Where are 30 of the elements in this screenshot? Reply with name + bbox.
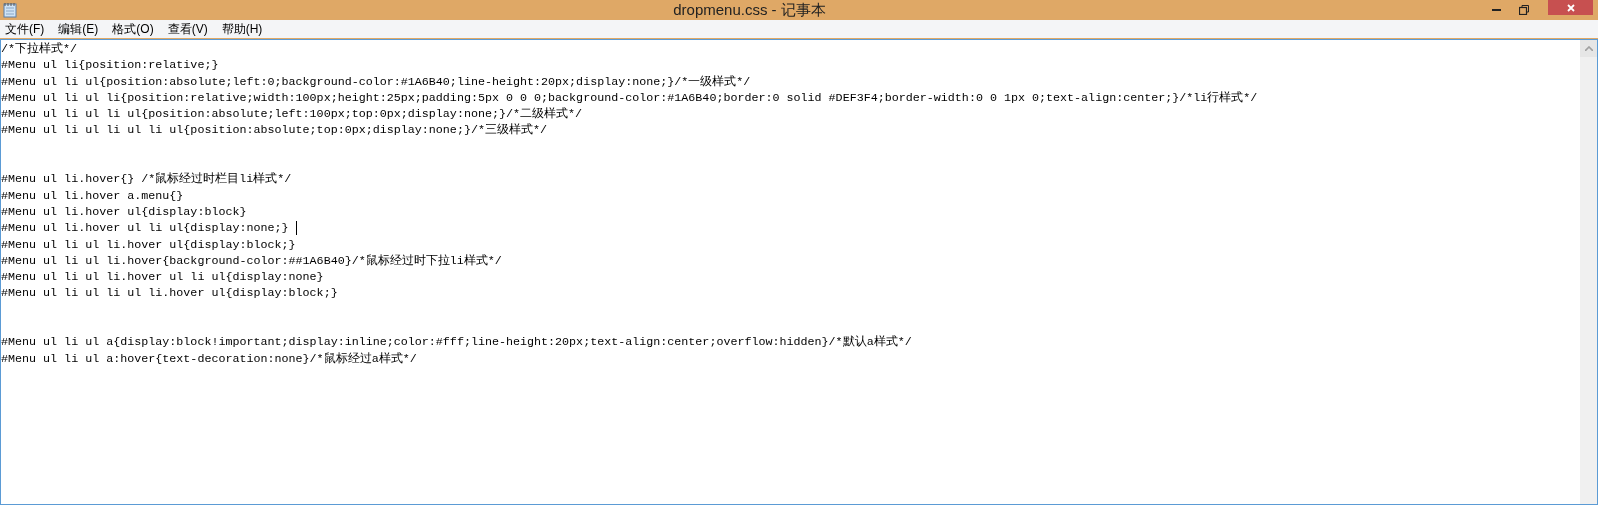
code-line: #Menu ul li.hover{} /*鼠标经过时栏目li样式*/ <box>1 171 292 188</box>
menu-item[interactable]: 帮助(H) <box>221 19 263 39</box>
code-line: #Menu ul li ul li ul{position:absolute;left:100px;top:0px;display:none;}/*二级样式*/ <box>1 106 583 123</box>
code-line: /*下拉样式*/ <box>1 41 78 58</box>
code-line: #Menu ul li ul li ul li ul{position:absolute;top:0px;display:none;}/*三级样式*/ <box>1 122 547 139</box>
window-title: dropmenu.css - 记事本 <box>673 0 826 20</box>
code-line: #Menu ul li.hover ul li ul{display:none;} <box>1 220 289 237</box>
notepad-icon <box>3 2 17 18</box>
code-line: #Menu ul li.hover a.menu{} <box>1 187 184 204</box>
code-line: #Menu ul li ul li.hover ul li ul{display:none} <box>1 269 324 286</box>
close-button[interactable] <box>1548 0 1593 15</box>
code-line: #Menu ul li ul a{display:block!important;display:inline;color:#fff;line-height:20px;text-align:center;overflow:hidden}/*默认a样式*/ <box>1 334 912 351</box>
scroll-up-button[interactable] <box>1580 40 1597 57</box>
menu-item[interactable]: 查看(V) <box>167 19 208 39</box>
code-line: #Menu ul li ul li ul li.hover ul{display:block;} <box>1 285 338 302</box>
chevron-up-icon <box>1584 46 1593 51</box>
code-line: #Menu ul li{position:relative;} <box>1 57 219 74</box>
menu-item[interactable]: 文件(F) <box>5 19 45 39</box>
code-line: #Menu ul li ul li.hover{background-color:##1A6B40}/*鼠标经过时下拉li样式*/ <box>1 252 502 270</box>
code-line: #Menu ul li ul li{position:relative;width:100px;height:25px;padding:5px 0 0 0;background-color:#1A6B40;border:0 solid #DEF3F4;border-width:0 0 1px 0;text-align:center;}/*li行样式*/ <box>1 89 1258 107</box>
minimize-icon <box>1491 8 1501 12</box>
close-icon <box>1566 3 1575 12</box>
code-line: #Menu ul li ul{position:absolute;left:0;background-color:#1A6B40;line-height:20px;display:none;}/*一级样式*/ <box>1 73 751 90</box>
code-line: #Menu ul li ul li.hover ul{display:block;} <box>1 236 296 253</box>
restore-icon <box>1519 5 1529 15</box>
menu-item[interactable]: 格式(O) <box>112 19 154 39</box>
code-line: #Menu ul li.hover ul{display:block} <box>1 203 247 221</box>
menu-item[interactable]: 编辑(E) <box>58 19 99 39</box>
scrollbar[interactable] <box>1580 40 1597 504</box>
code-line: #Menu ul li ul a:hover{text-decoration:none}/*鼠标经过a样式*/ <box>1 350 417 367</box>
